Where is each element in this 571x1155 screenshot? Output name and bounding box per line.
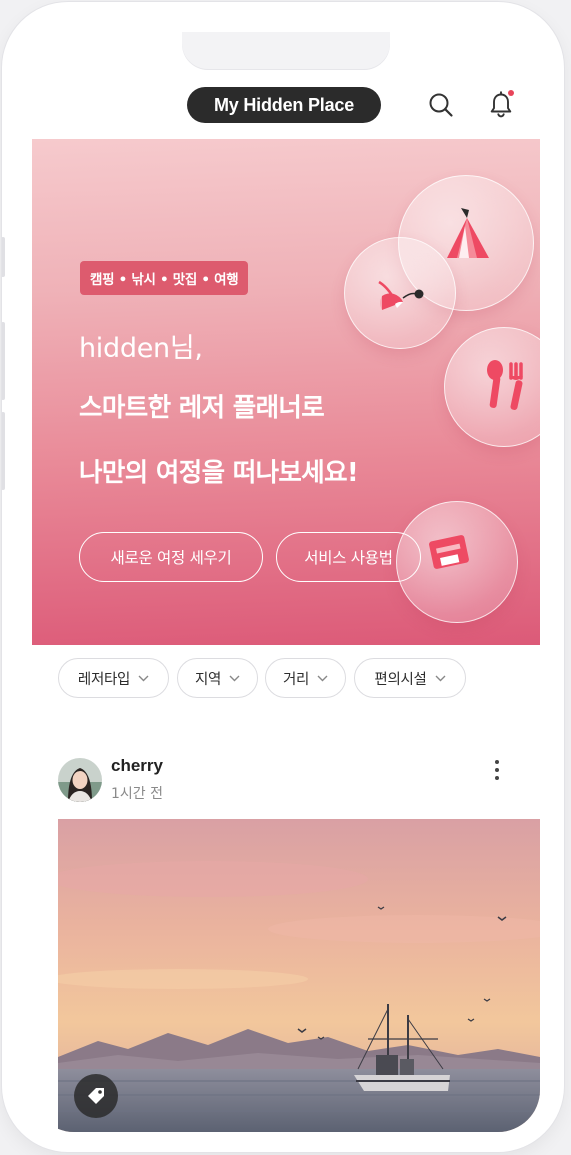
food-bubble — [444, 327, 540, 447]
sunset-sea-photo — [58, 819, 540, 1132]
category-tags: 캠핑 • 낚시 • 맛집 • 여행 — [80, 261, 249, 295]
phone-notch — [182, 32, 390, 70]
filter-label: 거리 — [282, 671, 310, 688]
chevron-down-icon — [435, 675, 446, 681]
post-time: 1시간 전 — [111, 786, 163, 802]
hero-banner: 캠핑 • 낚시 • 맛집 • 여행 hidden님, 스마트한 레저 플래너로 … — [32, 139, 540, 645]
notification-dot — [508, 90, 514, 96]
filter-region[interactable]: 지역 — [177, 658, 258, 698]
search-icon — [429, 93, 453, 117]
headline-line-1: 스마트한 레저 플래너로 — [79, 393, 325, 423]
post-username[interactable]: cherry — [111, 756, 163, 776]
search-button[interactable] — [426, 90, 456, 120]
chevron-down-icon — [138, 675, 149, 681]
greeting-text: hidden님, — [79, 333, 203, 364]
more-vertical-icon — [495, 760, 499, 780]
new-trip-button[interactable]: 새로운 여정 세우기 — [79, 532, 263, 582]
app-title-pill[interactable]: My Hidden Place — [187, 87, 381, 123]
headline-line-2: 나만의 여정을 떠나보세요! — [79, 458, 359, 488]
tag-icon — [88, 1088, 104, 1104]
category-tags-text: 캠핑 • 낚시 • 맛집 • 여행 — [90, 272, 239, 288]
notification-button[interactable] — [486, 90, 516, 120]
phone-side-button — [2, 322, 5, 400]
avatar-image — [58, 758, 102, 802]
post-menu-button[interactable] — [487, 756, 507, 786]
chevron-down-icon — [229, 675, 240, 681]
fishing-float-icon — [378, 280, 424, 310]
post-photo[interactable] — [58, 819, 540, 1132]
avatar[interactable] — [58, 758, 102, 802]
tag-button[interactable] — [74, 1074, 118, 1118]
filter-distance[interactable]: 거리 — [265, 658, 346, 698]
filter-label: 지역 — [194, 671, 222, 688]
app-title: My Hidden Place — [213, 94, 355, 115]
phone-frame: My Hidden Place 캠핑 • 낚시 • 맛집 • 여행 hidden… — [2, 2, 564, 1152]
how-to-button[interactable]: 서비스 사용법 — [276, 532, 421, 582]
app-screen: My Hidden Place 캠핑 • 낚시 • 맛집 • 여행 hidden… — [32, 32, 540, 1132]
phone-side-button — [2, 412, 5, 490]
filter-amenities[interactable]: 편의시설 — [354, 658, 466, 698]
filter-label: 레저타입 — [77, 671, 131, 688]
filter-label: 편의시설 — [374, 671, 427, 688]
filter-leisure-type[interactable]: 레저타입 — [58, 658, 169, 698]
fork-spoon-icon — [487, 360, 523, 410]
chevron-down-icon — [317, 675, 328, 681]
phone-side-button — [2, 237, 5, 277]
fishing-bubble — [344, 237, 456, 349]
